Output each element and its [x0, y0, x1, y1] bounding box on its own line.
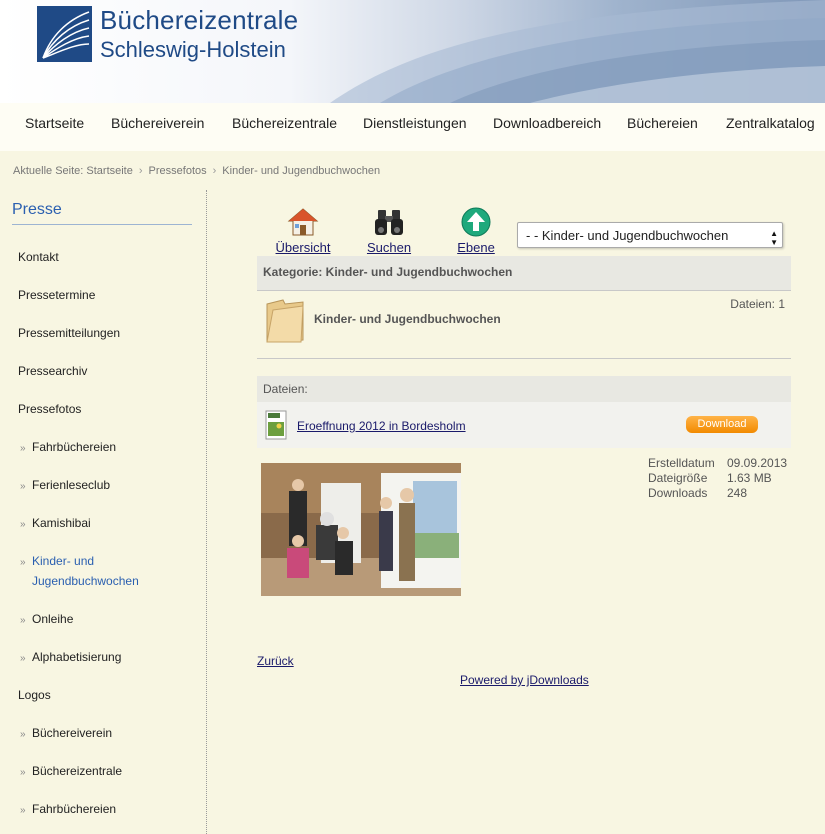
file-meta: Erstelldatum 09.09.2013 Dateigröße 1.63 MB… — [648, 456, 787, 501]
sidebar-title: Presse — [12, 201, 62, 218]
category-select-value: - - Kinder- und Jugendbuchwochen — [526, 228, 729, 243]
chevron-right-icon: › — [212, 165, 217, 177]
double-chevron-right-icon: » — [20, 481, 26, 492]
sidebar-subitem-label: Kamishibai — [32, 516, 91, 530]
breadcrumb-item-pressefotos[interactable]: Pressefotos — [149, 165, 207, 177]
category-header-label: Kategorie: Kinder- und Jugendbuchwochen — [263, 265, 513, 279]
nav-buechereiverein[interactable]: Büchereiverein — [111, 115, 204, 131]
double-chevron-right-icon: » — [20, 519, 26, 530]
nav-buechereizentrale[interactable]: Büchereizentrale — [232, 115, 337, 131]
meta-row-created: Erstelldatum 09.09.2013 — [648, 456, 787, 471]
search-label: Suchen — [366, 240, 412, 255]
nav-dienstleistungen[interactable]: Dienstleistungen — [363, 115, 467, 131]
binoculars-icon — [375, 210, 403, 235]
meta-key: Dateigröße — [648, 471, 708, 485]
site-header: Büchereizentrale Schleswig-Holstein — [0, 0, 825, 103]
meta-row-size: Dateigröße 1.63 MB — [648, 471, 787, 486]
main-navigation: Startseite Büchereiverein Büchereizentra… — [0, 103, 825, 151]
home-icon — [287, 208, 319, 236]
sidebar-subitem-kamishibai[interactable]: » Kamishibai — [20, 516, 91, 530]
breadcrumb-item-startseite[interactable]: Startseite — [86, 165, 132, 177]
arrow-up-circle-icon — [461, 207, 491, 237]
nav-startseite[interactable]: Startseite — [25, 115, 84, 131]
chevron-right-icon: › — [138, 165, 143, 177]
files-header-label: Dateien: — [263, 382, 308, 396]
double-chevron-right-icon: » — [20, 805, 26, 816]
category-header-bar: Kategorie: Kinder- und Jugendbuchwochen — [257, 256, 791, 291]
sidebar-subitem-label: Fahrbüchereien — [32, 802, 117, 816]
file-row: Eroeffnung 2012 in Bordesholm Download — [257, 402, 791, 448]
nav-downloadbereich[interactable]: Downloadbereich — [493, 115, 601, 131]
sidebar-subitem-fahrbuechereien[interactable]: » Fahrbüchereien — [20, 440, 116, 454]
jpeg-file-icon — [265, 410, 287, 440]
double-chevron-right-icon: » — [20, 767, 26, 778]
sidebar-subitem-label-line2[interactable]: Jugendbuchwochen — [32, 574, 139, 588]
sidebar-subitem-label: Alphabetisierung — [32, 650, 122, 664]
sidebar-subitem-alphabetisierung[interactable]: » Alphabetisierung — [20, 650, 121, 664]
double-chevron-right-icon: » — [20, 443, 26, 454]
sidebar-subitem-label: Büchereiverein — [32, 726, 113, 740]
meta-key: Downloads — [648, 486, 708, 500]
meta-value: 1.63 MB — [727, 471, 772, 485]
back-link[interactable]: Zurück — [257, 654, 294, 668]
double-chevron-right-icon: » — [20, 653, 26, 664]
breadcrumb: Aktuelle Seite: Startseite › Pressefotos › K… — [13, 165, 380, 177]
folder-icon[interactable] — [263, 296, 307, 344]
sidebar-item-logos[interactable]: Logos — [18, 688, 51, 702]
level-up-label: Ebene — [457, 240, 495, 255]
sidebar-subitem-label: Ferienleseclub — [32, 478, 111, 492]
powered-by-link[interactable]: Powered by jDownloads — [460, 673, 589, 687]
sidebar-item-pressetermine[interactable]: Pressetermine — [18, 288, 95, 302]
double-chevron-right-icon: » — [20, 729, 26, 740]
sidebar-item-pressemitteilungen[interactable]: Pressemitteilungen — [18, 326, 120, 340]
nav-buechereien[interactable]: Büchereien — [627, 115, 698, 131]
file-preview-photo[interactable] — [261, 463, 461, 596]
sidebar-subitem-label: Onleihe — [32, 612, 74, 626]
site-title-line2[interactable]: Schleswig-Holstein — [100, 37, 286, 63]
double-chevron-right-icon: » — [20, 615, 26, 626]
category-select[interactable]: - - Kinder- und Jugendbuchwochen ▲ ▼ — [517, 222, 783, 248]
sidebar: Presse Kontakt Pressetermine Pressemitte… — [0, 190, 207, 834]
sidebar-title-divider — [12, 224, 192, 225]
overview-button[interactable]: Übersicht — [275, 206, 331, 255]
breadcrumb-item-current: Kinder- und Jugendbuchwochen — [222, 165, 381, 177]
breadcrumb-prefix: Aktuelle Seite: — [13, 165, 84, 177]
files-header-bar: Dateien: — [257, 376, 791, 402]
double-chevron-right-icon: » — [20, 557, 26, 568]
level-up-button[interactable]: Ebene — [453, 206, 499, 255]
sidebar-item-kontakt[interactable]: Kontakt — [18, 250, 59, 264]
select-arrows-icon: ▲ ▼ — [770, 229, 778, 247]
sidebar-subitem-logo-buechereizentrale[interactable]: » Büchereizentrale — [20, 764, 122, 778]
files-count: Dateien: 1 — [730, 297, 785, 311]
sidebar-subitem-label: Büchereizentrale — [32, 764, 123, 778]
download-button[interactable]: Download — [686, 416, 758, 433]
sidebar-subitem-label: Kinder- und — [32, 554, 95, 568]
sidebar-subitem-kinder-und-jugendbuchwochen[interactable]: » Kinder- und — [20, 554, 94, 568]
site-title-line1[interactable]: Büchereizentrale — [100, 5, 298, 36]
divider — [257, 358, 791, 359]
category-name[interactable]: Kinder- und Jugendbuchwochen — [314, 312, 501, 326]
sidebar-item-pressefotos[interactable]: Pressefotos — [18, 402, 81, 416]
sidebar-subitem-logo-buechereiverein[interactable]: » Büchereiverein — [20, 726, 112, 740]
sidebar-item-pressearchiv[interactable]: Pressearchiv — [18, 364, 87, 378]
nav-zentralkatalog[interactable]: Zentralkatalog — [726, 115, 815, 131]
sidebar-subitem-label: Fahrbüchereien — [32, 440, 117, 454]
sidebar-subitem-onleihe[interactable]: » Onleihe — [20, 612, 73, 626]
overview-label: Übersicht — [275, 240, 331, 255]
meta-value: 09.09.2013 — [727, 456, 788, 470]
meta-value: 248 — [727, 486, 748, 500]
search-button[interactable]: Suchen — [365, 206, 413, 255]
meta-row-downloads: Downloads 248 — [648, 486, 787, 501]
meta-key: Erstelldatum — [648, 456, 715, 470]
sidebar-subitem-ferienleseclub[interactable]: » Ferienleseclub — [20, 478, 110, 492]
sidebar-subitem-logo-fahrbuechereien[interactable]: » Fahrbüchereien — [20, 802, 116, 816]
file-link[interactable]: Eroeffnung 2012 in Bordesholm — [297, 419, 466, 433]
logo-icon[interactable] — [37, 6, 92, 62]
